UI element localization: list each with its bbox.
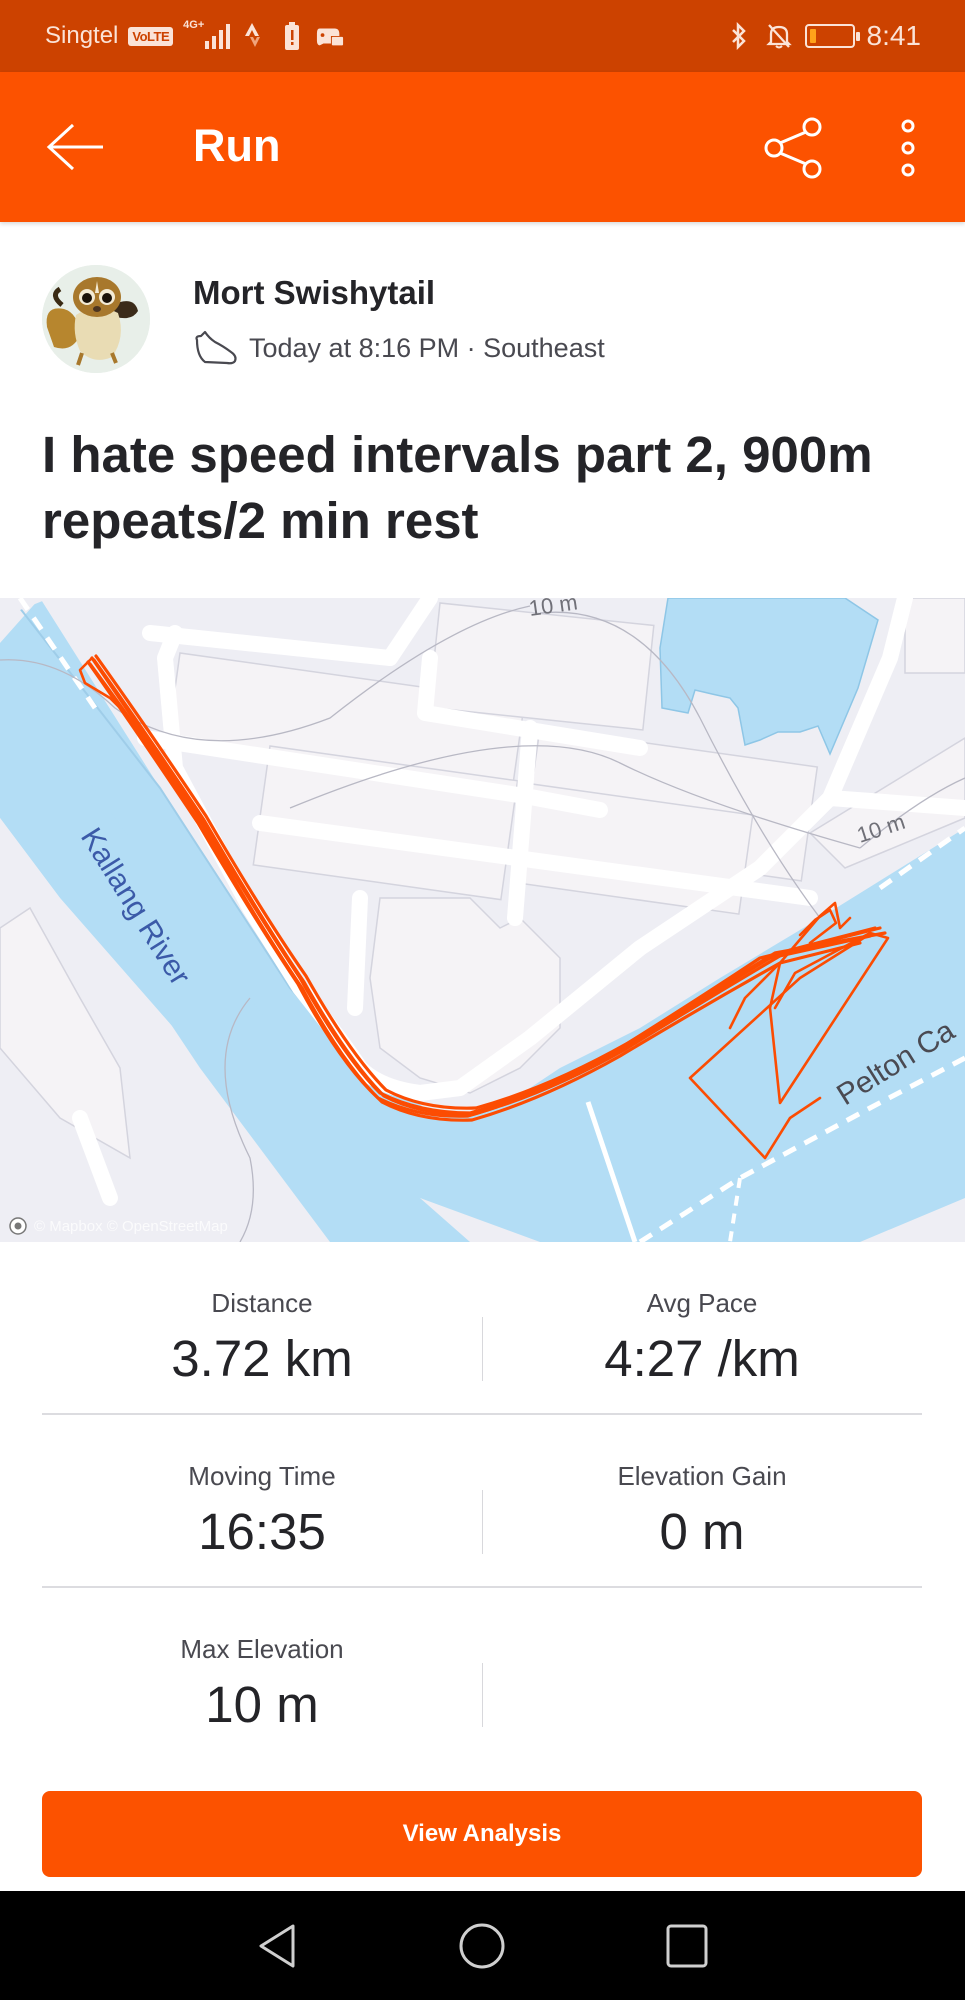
stat-value: 16:35: [198, 1503, 326, 1560]
stat-moving-time: Moving Time 16:35: [42, 1415, 482, 1561]
athlete-name[interactable]: Mort Swishytail: [193, 274, 435, 312]
back-button[interactable]: [40, 114, 110, 180]
battery-alert-icon: [278, 22, 306, 50]
stat-value: 4:27 /km: [604, 1330, 800, 1387]
page-title: Run: [193, 120, 281, 171]
battery-icon: [804, 24, 860, 48]
carrier-name: Singtel: [45, 22, 119, 49]
stats-row: Moving Time 16:35 Elevation Gain 0 m: [42, 1415, 922, 1588]
nav-back-icon: [259, 1924, 295, 1968]
stat-label: Distance: [211, 1288, 313, 1318]
stat-label: Elevation Gain: [617, 1461, 787, 1491]
status-bar: Singtel VoLTE 4G+ 8:41: [0, 0, 965, 72]
stats-row: Distance 3.72 km Avg Pace 4:27 /km: [42, 1242, 922, 1415]
arrow-left-icon: [46, 123, 103, 171]
volte-icon: VoLTE: [128, 26, 174, 46]
stat-divider: [482, 1663, 483, 1727]
share-icon: [764, 117, 821, 178]
avatar[interactable]: [42, 265, 150, 373]
nav-recents-button[interactable]: [652, 1913, 722, 1979]
status-time: 8:41: [866, 20, 922, 51]
activity-meta-text: Today at 8:16 PM · Southeast: [249, 332, 605, 363]
network-type: 4G+: [183, 19, 205, 31]
game-assistant-icon: [316, 22, 344, 50]
stat-elevation-gain: Elevation Gain 0 m: [482, 1415, 922, 1561]
route-map[interactable]: 10 m 10 m Pelton Ca Kallang River © Mapb…: [0, 598, 965, 1242]
stats-row: Max Elevation 10 m: [42, 1588, 922, 1761]
stat-max-elevation: Max Elevation 10 m: [42, 1588, 482, 1734]
attribution-text: © Mapbox © OpenStreetMap: [34, 1217, 228, 1235]
bell-off-icon: [765, 22, 793, 50]
stats-grid: Distance 3.72 km Avg Pace 4:27 /km Movin…: [42, 1242, 922, 1761]
map-attribution[interactable]: © Mapbox © OpenStreetMap: [8, 1216, 228, 1236]
strava-icon: [240, 22, 268, 50]
stat-avg-pace: Avg Pace 4:27 /km: [482, 1242, 922, 1388]
map-canvas: 10 m 10 m Pelton Ca Kallang River: [0, 598, 965, 1242]
bluetooth-icon: [725, 22, 753, 50]
avatar-image: [42, 265, 150, 373]
nav-back-button[interactable]: [242, 1913, 312, 1979]
signal-icon: 4G+: [183, 19, 231, 49]
battery-fill: [809, 29, 816, 43]
system-nav-bar: [0, 1891, 965, 2000]
shoe-icon: [195, 330, 237, 365]
app-bar: Run: [0, 72, 965, 222]
activity-title: I hate speed intervals part 2, 900m repe…: [42, 426, 873, 549]
nav-home-button[interactable]: [447, 1913, 517, 1979]
mapbox-logo-icon: [9, 1217, 27, 1235]
stat-value: 3.72 km: [171, 1330, 353, 1387]
activity-meta: Today at 8:16 PM · Southeast: [193, 330, 605, 366]
nav-recents-icon: [666, 1924, 708, 1968]
stat-label: Moving Time: [188, 1461, 336, 1491]
stat-label: Max Elevation: [180, 1634, 344, 1664]
stat-distance: Distance 3.72 km: [42, 1242, 482, 1388]
stat-label: Avg Pace: [646, 1288, 758, 1318]
more-vertical-icon: [901, 119, 914, 176]
stat-value: 10 m: [205, 1676, 319, 1733]
nav-home-icon: [459, 1923, 505, 1969]
view-analysis-button[interactable]: View Analysis: [42, 1791, 922, 1877]
stat-value: 0 m: [659, 1503, 745, 1560]
share-button[interactable]: [755, 110, 830, 185]
more-options-button[interactable]: [880, 110, 935, 185]
